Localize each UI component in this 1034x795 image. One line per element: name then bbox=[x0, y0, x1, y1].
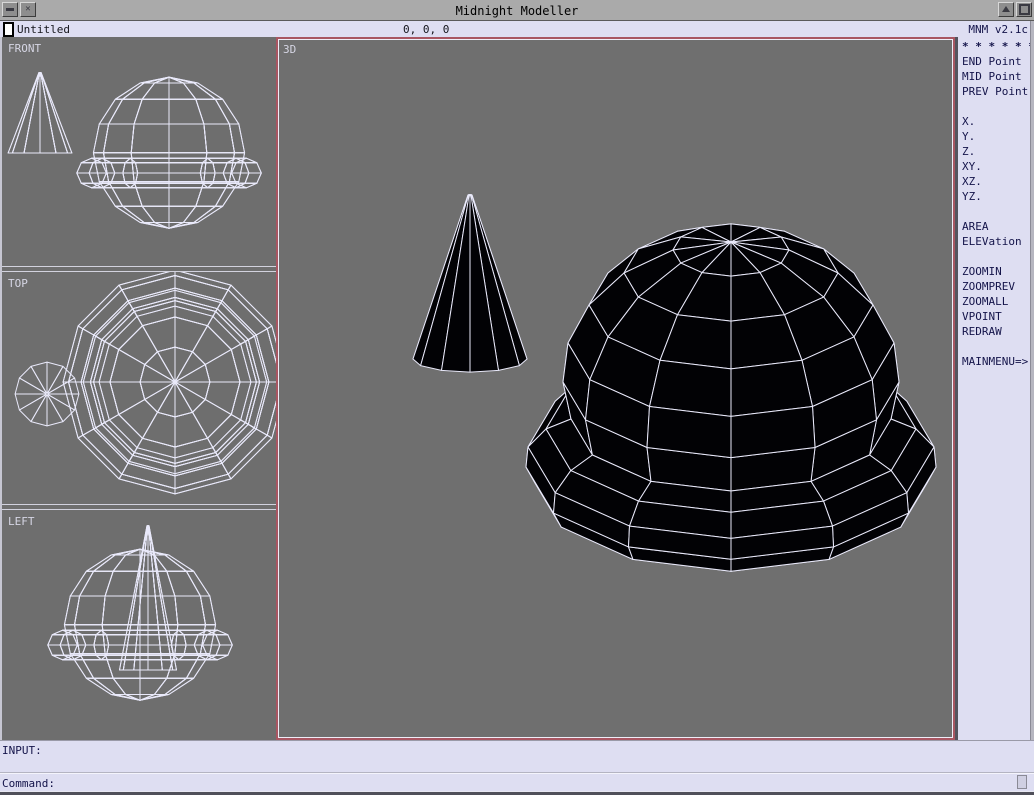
viewport-3d[interactable]: 3D bbox=[276, 37, 955, 740]
sidebar-item-xz[interactable]: XZ. bbox=[958, 174, 1030, 189]
sidebar-item-end-point[interactable]: END Point bbox=[958, 54, 1030, 69]
ortho-viewport-column: FRONT TOP LEFT bbox=[0, 37, 276, 740]
sidebar-gap bbox=[958, 204, 1030, 219]
document-icon[interactable] bbox=[3, 22, 14, 37]
sidebar-item-mid-point[interactable]: MID Point bbox=[958, 69, 1030, 84]
sidebar-gap bbox=[958, 249, 1030, 264]
sidebar-menu: * * * * * *END PointMID PointPREV Point X… bbox=[955, 37, 1030, 740]
left-wireframe-canvas[interactable] bbox=[2, 510, 276, 740]
front-wireframe-canvas[interactable] bbox=[2, 37, 276, 266]
viewport-top-label: TOP bbox=[8, 277, 28, 290]
window-minimize-button[interactable] bbox=[998, 2, 1014, 17]
sidebar-item-zoomin[interactable]: ZOOMIN bbox=[958, 264, 1030, 279]
console-panel: INPUT: Command: bbox=[0, 740, 1034, 795]
app-version: MNM v2.1c bbox=[968, 23, 1028, 36]
sidebar-item-z[interactable]: Z. bbox=[958, 144, 1030, 159]
sidebar-item-yz[interactable]: YZ. bbox=[958, 189, 1030, 204]
window-maximize-button[interactable] bbox=[1016, 2, 1032, 17]
minimize-icon bbox=[1002, 6, 1010, 12]
sidebar-item-xy[interactable]: XY. bbox=[958, 159, 1030, 174]
sidebar-item-x[interactable]: X. bbox=[958, 114, 1030, 129]
cursor-coordinates: 0, 0, 0 bbox=[403, 23, 449, 36]
top-wireframe-canvas[interactable] bbox=[2, 272, 276, 504]
maximize-icon bbox=[1019, 4, 1030, 15]
status-bar: Untitled 0, 0, 0 MNM v2.1c bbox=[0, 21, 1034, 37]
resize-grip[interactable] bbox=[1017, 775, 1027, 789]
viewport-left[interactable]: LEFT bbox=[2, 510, 276, 740]
render-3d-canvas[interactable] bbox=[278, 39, 953, 738]
window-right-border bbox=[1030, 21, 1034, 795]
sidebar-item-redraw[interactable]: REDRAW bbox=[958, 324, 1030, 339]
sidebar-item-elevation[interactable]: ELEVation bbox=[958, 234, 1030, 249]
document-name: Untitled bbox=[17, 23, 70, 36]
sidebar-item-y[interactable]: Y. bbox=[958, 129, 1030, 144]
window-bottom-border bbox=[0, 791, 1034, 795]
viewport-3d-label: 3D bbox=[283, 43, 296, 56]
sidebar-gap bbox=[958, 99, 1030, 114]
viewport-front-label: FRONT bbox=[8, 42, 41, 55]
sidebar-gap bbox=[958, 339, 1030, 354]
viewport-front[interactable]: FRONT bbox=[2, 37, 276, 266]
console-divider bbox=[0, 772, 1034, 774]
sidebar-item-zoomprev[interactable]: ZOOMPREV bbox=[958, 279, 1030, 294]
sidebar-item-prev-point[interactable]: PREV Point bbox=[958, 84, 1030, 99]
input-prompt[interactable]: INPUT: bbox=[2, 744, 42, 757]
sidebar-item-vpoint[interactable]: VPOINT bbox=[958, 309, 1030, 324]
window-title: Midnight Modeller bbox=[0, 4, 1034, 18]
viewport-left-label: LEFT bbox=[8, 515, 35, 528]
sidebar-item-area[interactable]: AREA bbox=[958, 219, 1030, 234]
command-prompt[interactable]: Command: bbox=[2, 777, 55, 790]
sidebar-item-zoomall[interactable]: ZOOMALL bbox=[958, 294, 1030, 309]
titlebar: ✕ Midnight Modeller bbox=[0, 0, 1034, 21]
sidebar-item-mainmenu[interactable]: MAINMENU=> bbox=[958, 354, 1030, 369]
sidebar-item-stars[interactable]: * * * * * * bbox=[958, 39, 1030, 54]
viewport-top[interactable]: TOP bbox=[2, 272, 276, 504]
